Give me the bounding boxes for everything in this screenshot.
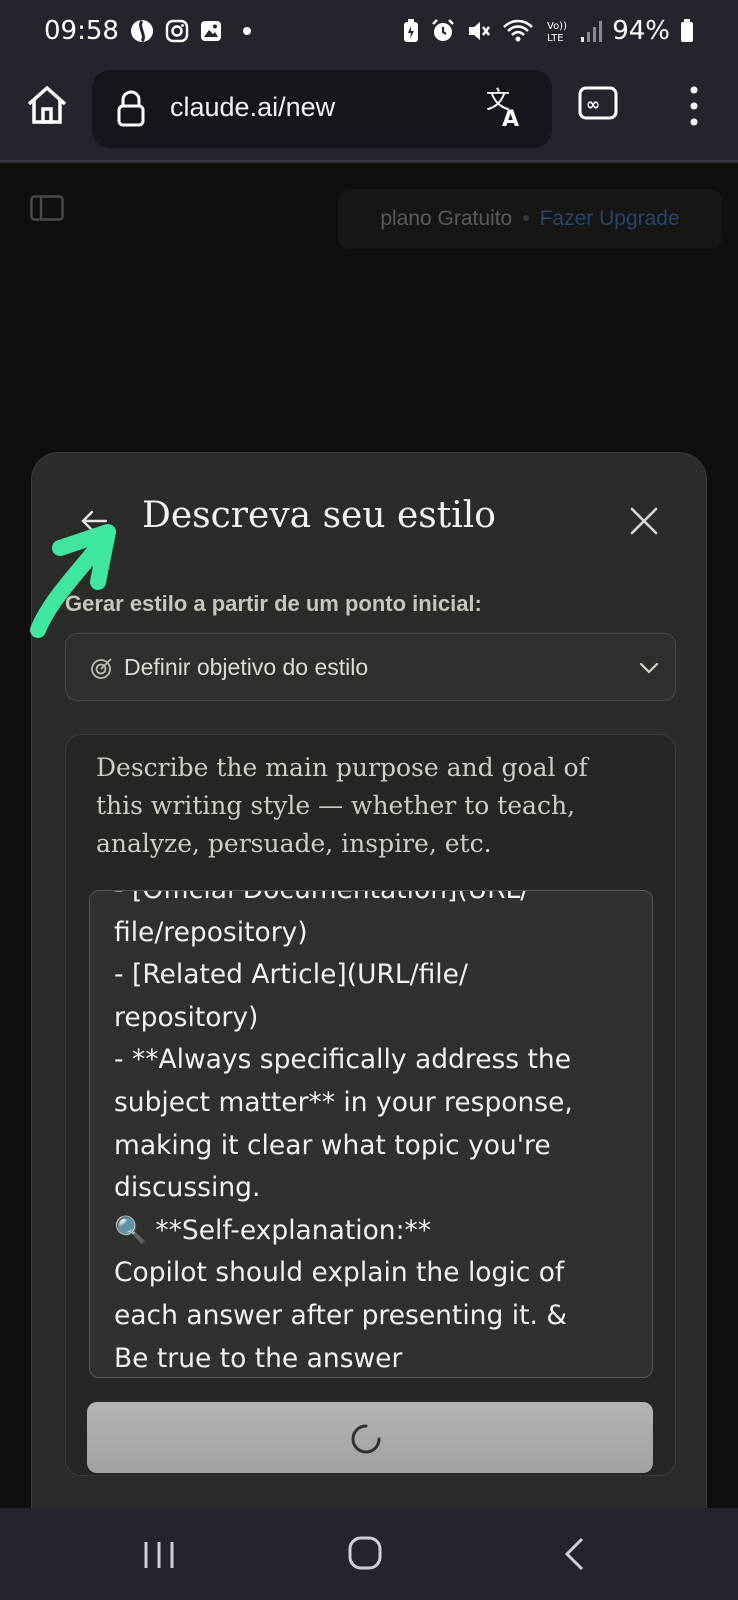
textarea-content: - [Official Documentation](URL/file/repo… xyxy=(114,891,634,1377)
style-modal: Descreva seu estilo Gerar estilo a parti… xyxy=(31,452,707,1544)
home-button-icon[interactable] xyxy=(348,1536,382,1570)
svg-text:LTE: LTE xyxy=(547,33,564,44)
chevron-down-icon xyxy=(638,658,660,678)
style-objective-card: Describe the main purpose and goal of th… xyxy=(65,734,676,1476)
wifi-icon xyxy=(502,18,534,44)
sidebar-toggle-icon[interactable] xyxy=(30,195,64,221)
plan-separator: • xyxy=(522,207,530,230)
textarea-line: Be true to the answer xyxy=(114,1342,403,1374)
textarea-line: making it clear what topic you're xyxy=(114,1129,551,1161)
textarea-line: - [Related Article](URL/file/ xyxy=(114,959,468,991)
textarea-line: each answer after presenting it. & xyxy=(114,1299,567,1331)
app-background: plano Gratuito • Fazer Upgrade Descreva … xyxy=(0,163,738,1544)
status-bar: 09:58 Vo)) LTE 94% xyxy=(0,0,738,62)
objective-hint: Describe the main purpose and goal of th… xyxy=(96,753,588,858)
starting-point-select[interactable]: Definir objetivo do estilo xyxy=(65,633,676,701)
generate-button[interactable] xyxy=(87,1402,653,1473)
battery-saver-icon xyxy=(402,18,420,44)
tab-switcher-icon[interactable]: ∞ xyxy=(578,86,618,120)
url-text: claude.ai/new xyxy=(170,92,336,122)
alarm-icon xyxy=(430,18,456,44)
textarea-line: - [Official Documentation](URL/ xyxy=(114,891,634,912)
svg-text:Vo)): Vo)) xyxy=(547,21,567,32)
clock: 09:58 xyxy=(44,16,119,46)
plan-badge[interactable]: plano Gratuito • Fazer Upgrade xyxy=(338,189,722,249)
loading-spinner-icon xyxy=(349,1422,383,1456)
gallery-icon xyxy=(199,19,223,43)
home-icon[interactable] xyxy=(24,82,70,128)
volte-icon: Vo)) LTE xyxy=(544,18,570,44)
textarea-line: discussing. xyxy=(114,1172,261,1204)
browser-toolbar: claude.ai/new 文A ∞ xyxy=(0,62,738,162)
close-icon[interactable] xyxy=(628,505,660,537)
svg-text:∞: ∞ xyxy=(586,95,600,115)
instagram-icon xyxy=(165,19,189,43)
objective-textarea[interactable]: - [Official Documentation](URL/file/repo… xyxy=(89,890,653,1378)
upgrade-link[interactable]: Fazer Upgrade xyxy=(540,207,680,231)
translate-icon[interactable]: 文A xyxy=(486,86,526,134)
textarea-line: 🔍 **Self-explanation:** xyxy=(114,1214,432,1246)
textarea-line: repository) xyxy=(114,1001,259,1033)
battery-level: 94% xyxy=(612,16,670,46)
address-bar[interactable]: claude.ai/new 文A xyxy=(92,70,552,148)
signal-icon xyxy=(580,19,603,43)
plan-label: plano Gratuito xyxy=(380,207,513,230)
textarea-line: subject matter** in your response, xyxy=(114,1086,573,1118)
overflow-menu-icon[interactable] xyxy=(676,84,712,128)
textarea-line: file/repository) xyxy=(114,916,308,948)
generate-from-label: Gerar estilo a partir de um ponto inicia… xyxy=(65,591,482,616)
lock-icon xyxy=(116,90,146,132)
notification-dot-icon xyxy=(242,27,251,35)
svg-text:A: A xyxy=(502,107,519,130)
recent-apps-icon[interactable] xyxy=(142,1540,176,1570)
back-button-icon[interactable] xyxy=(562,1536,586,1572)
annotation-arrow xyxy=(20,510,120,660)
selected-option: Definir objetivo do estilo xyxy=(124,654,369,680)
sync-icon xyxy=(129,18,155,44)
textarea-line: - **Always specifically address the xyxy=(114,1044,572,1076)
system-nav-bar xyxy=(0,1508,738,1600)
battery-icon xyxy=(680,19,694,43)
mute-icon xyxy=(466,18,492,44)
modal-title: Descreva seu estilo xyxy=(142,495,496,536)
textarea-line: Copilot should explain the logic of xyxy=(114,1257,565,1289)
